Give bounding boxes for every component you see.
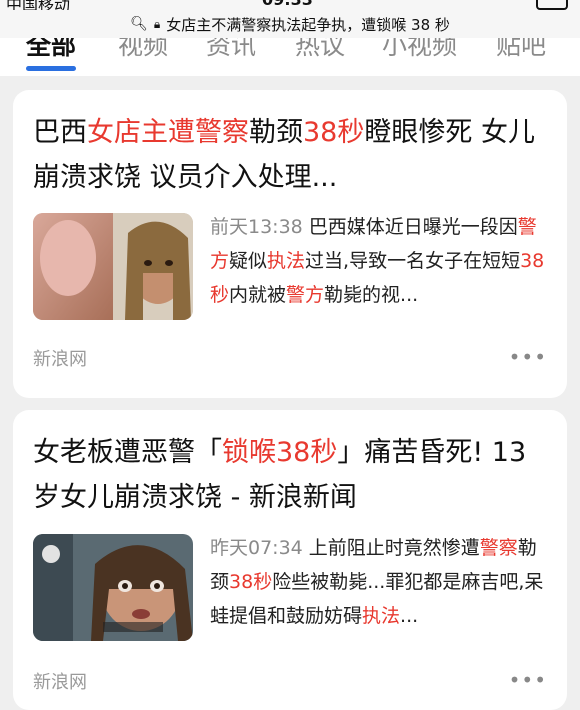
lock-icon: 🔒︎ [153,16,161,31]
text-segment: 勒毙的视... [324,284,419,306]
tab-news[interactable]: 资讯 [206,38,256,62]
highlight-text: 38秒 [303,117,365,148]
tab-discussion[interactable]: 热议 [295,38,345,62]
battery-icon [536,0,568,10]
tab-video[interactable]: 视频 [118,38,168,62]
tab-bar: 全部 视频 资讯 热议 小视频 贴吧 [0,38,580,76]
text-segment: 勒颈 [249,117,303,148]
tab-short-video[interactable]: 小视频 [382,38,457,62]
tab-all[interactable]: 全部 [26,38,76,62]
status-bar: 中国移动 09:33 [0,0,580,10]
text-segment: 巴西媒体近日曝光一段因 [308,216,518,238]
article-snippet: 昨天07:34 上前阻止时竟然惨遭警察勒颈38秒险些被勒毙...罪犯都是麻吉吧,呆… [210,531,550,633]
text-segment: 过当,导致一名女子在短短 [305,250,521,272]
highlight-text: 锁喉38秒 [222,437,338,468]
highlight-text: 女店主遭警察 [87,117,249,148]
address-bar[interactable]: 🔍︎ 🔒︎ 女店主不满警察执法起争执，遭锁喉 38 秒 [0,10,580,38]
clock: 09:33 [262,0,313,9]
more-options-icon[interactable]: ••• [509,345,547,369]
search-icon: 🔍︎ [130,16,148,32]
article-title[interactable]: 女老板遭恶警「锁喉38秒」痛苦昏死! 13岁女儿崩溃求饶 - 新浪新闻 [33,430,553,520]
highlight-text: 警方 [286,284,325,306]
text-segment: ... [400,605,419,627]
article-snippet: 前天13:38 巴西媒体近日曝光一段因警方疑似执法过当,导致一名女子在短短38秒内… [210,210,550,312]
highlight-text: 执法 [362,605,401,627]
more-options-icon[interactable]: ••• [509,668,547,692]
article-source: 新浪网 [33,672,87,693]
article-thumbnail[interactable] [33,534,193,641]
article-thumbnail[interactable] [33,213,193,320]
article-time: 前天13:38 [210,216,303,238]
text-segment: 内就被 [229,284,287,306]
text-segment: 上前阻止时竟然惨遭 [308,537,480,559]
carrier-label: 中国移动 [6,0,71,10]
active-tab-indicator [26,66,76,71]
highlight-text: 警察 [479,537,518,559]
address-text: 女店主不满警察执法起争执，遭锁喉 38 秒 [166,15,450,34]
text-segment: 女老板遭恶警「 [33,437,222,468]
text-segment: 巴西 [33,117,87,148]
news-card[interactable]: 女老板遭恶警「锁喉38秒」痛苦昏死! 13岁女儿崩溃求饶 - 新浪新闻 昨天07… [13,410,567,710]
highlight-text: 执法 [267,250,306,272]
news-card[interactable]: 巴西女店主遭警察勒颈38秒瞪眼惨死 女儿崩溃求饶 议员介入处理... 前天13:… [13,90,567,398]
article-title[interactable]: 巴西女店主遭警察勒颈38秒瞪眼惨死 女儿崩溃求饶 议员介入处理... [33,110,553,200]
tab-tieba[interactable]: 贴吧 [496,38,546,62]
thumbnail-image [33,213,193,320]
highlight-text: 38秒 [229,571,273,593]
thumbnail-image [33,534,193,641]
text-segment: 疑似 [229,250,268,272]
article-source: 新浪网 [33,349,87,370]
article-time: 昨天07:34 [210,537,303,559]
